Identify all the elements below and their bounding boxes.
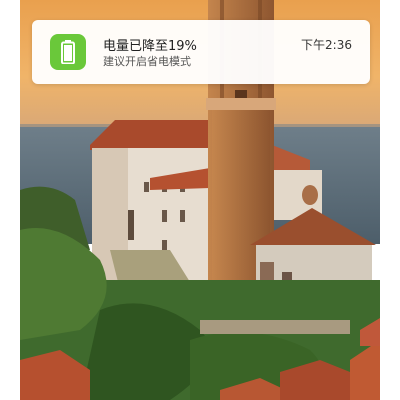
battery-level-fill: [64, 45, 72, 61]
battery-icon: [61, 40, 75, 64]
low-battery-notification[interactable]: 电量已降至19% 建议开启省电模式 下午2:36: [32, 20, 370, 84]
notification-message: 建议开启省电模式: [103, 55, 191, 68]
notification-time: 下午2:36: [301, 38, 352, 52]
battery-app-icon: [50, 34, 86, 70]
notification-title: 电量已降至19%: [103, 39, 197, 54]
